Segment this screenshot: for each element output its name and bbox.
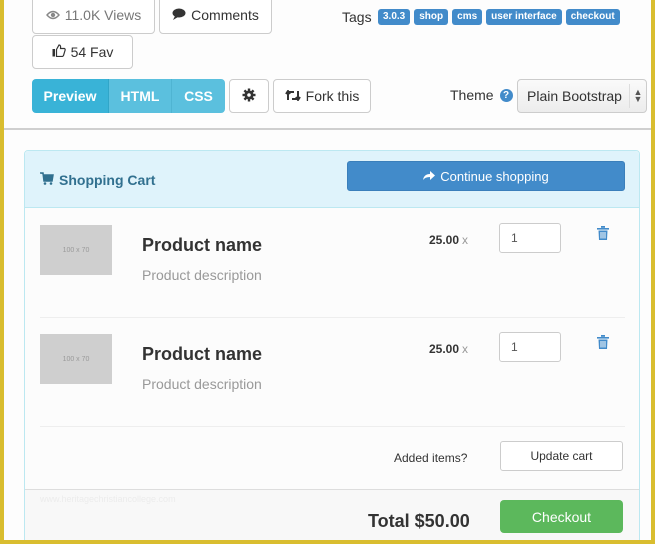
tags-label: Tags xyxy=(342,9,372,25)
fork-button[interactable]: Fork this xyxy=(273,79,371,113)
fork-label: Fork this xyxy=(305,88,360,104)
tag[interactable]: 3.0.3 xyxy=(378,9,411,25)
update-cart-button[interactable]: Update cart xyxy=(500,441,623,471)
comments-label: Comments xyxy=(191,7,259,23)
shopping-cart-icon xyxy=(40,172,54,188)
price-value: 25.00 xyxy=(429,233,460,247)
thumbs-up-icon xyxy=(52,44,66,60)
fav-count: 54 Fav xyxy=(70,44,114,60)
product-thumbnail: 100 x 70 xyxy=(40,225,112,275)
theme-select[interactable]: Plain Bootstrap ▲ ▼ xyxy=(517,79,647,113)
continue-shopping-label: Continue shopping xyxy=(440,168,549,184)
tag[interactable]: cms xyxy=(452,9,483,25)
panel-title-text: Shopping Cart xyxy=(59,172,156,188)
views-count: 11.0K Views xyxy=(64,7,142,23)
select-arrows-icon: ▲ ▼ xyxy=(629,84,646,108)
retweet-icon xyxy=(284,88,301,104)
theme-label: Theme ? xyxy=(450,87,513,103)
product-name: Product name xyxy=(142,344,263,364)
tab-css[interactable]: CSS xyxy=(172,79,225,113)
fav-button[interactable]: 54 Fav xyxy=(32,35,133,69)
header-divider xyxy=(4,128,651,130)
panel-title: Shopping Cart xyxy=(40,172,155,188)
comment-icon xyxy=(172,7,186,23)
page-frame: 11.0K Views Comments 54 Fav Tags 3.0.3 s… xyxy=(4,0,651,540)
views-button[interactable]: 11.0K Views xyxy=(32,0,155,34)
times-sign: x xyxy=(462,342,469,356)
product-price: 25.00 x xyxy=(429,233,468,247)
continue-shopping-button[interactable]: Continue shopping xyxy=(347,161,625,191)
panel-heading: Shopping Cart Continue shopping xyxy=(25,151,639,208)
theme-select-value: Plain Bootstrap xyxy=(527,88,622,104)
product-name: Product name xyxy=(142,235,263,255)
quantity-input[interactable] xyxy=(499,332,561,362)
eye-icon xyxy=(45,7,60,23)
tab-preview[interactable]: Preview xyxy=(32,79,109,113)
trash-icon[interactable] xyxy=(597,226,609,240)
share-arrow-icon xyxy=(423,169,436,184)
tag[interactable]: user interface xyxy=(486,9,562,25)
product-description: Product description xyxy=(142,267,262,283)
tab-html[interactable]: HTML xyxy=(109,79,172,113)
tag[interactable]: checkout xyxy=(565,9,620,25)
watermark: www.heritagechristiancollege.com xyxy=(40,494,176,504)
quantity-input[interactable] xyxy=(499,223,561,253)
tag[interactable]: shop xyxy=(414,9,449,25)
tag-list: 3.0.3 shop cms user interface checkout xyxy=(378,9,620,25)
gear-icon xyxy=(242,88,256,105)
panel-footer: www.heritagechristiancollege.com Total $… xyxy=(25,489,639,540)
view-tabs: Preview HTML CSS xyxy=(32,79,225,113)
settings-button[interactable] xyxy=(229,79,269,113)
added-items-label: Added items? xyxy=(394,451,468,465)
cart-item-row: 100 x 70 Product name Product descriptio… xyxy=(40,318,625,427)
shopping-cart-panel: Shopping Cart Continue shopping 100 x 70… xyxy=(24,150,640,540)
cart-item-row: 100 x 70 Product name Product descriptio… xyxy=(40,209,625,318)
product-description: Product description xyxy=(142,376,262,392)
trash-icon[interactable] xyxy=(597,335,609,349)
theme-label-text: Theme xyxy=(450,87,494,103)
cart-total: Total $50.00 xyxy=(368,511,470,531)
times-sign: x xyxy=(462,233,469,247)
help-icon[interactable]: ? xyxy=(499,88,513,102)
price-value: 25.00 xyxy=(429,342,460,356)
comments-button[interactable]: Comments xyxy=(159,0,272,34)
product-thumbnail: 100 x 70 xyxy=(40,334,112,384)
checkout-button[interactable]: Checkout xyxy=(500,500,623,533)
product-price: 25.00 x xyxy=(429,342,468,356)
